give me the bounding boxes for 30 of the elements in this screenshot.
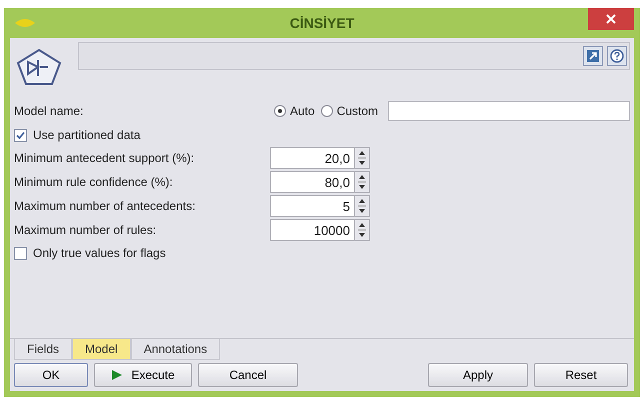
field-label: Minimum rule confidence (%):	[14, 175, 174, 189]
model-name-field[interactable]	[388, 101, 630, 121]
window-title: CİNSİYET	[290, 15, 354, 31]
field-label: Minimum antecedent support (%):	[14, 151, 196, 165]
help-button[interactable]	[607, 46, 627, 66]
checkbox-option[interactable]: Only true values for flags	[14, 242, 630, 264]
number-spinner[interactable]: 80,0	[270, 171, 370, 193]
number-spinner[interactable]: 5	[270, 195, 370, 217]
field-label: Model name:	[14, 104, 84, 118]
close-icon	[606, 14, 616, 24]
field-label: Maximum number of antecedents:	[14, 199, 196, 213]
check-icon	[15, 130, 26, 140]
dialog-button[interactable]: Reset	[534, 363, 628, 387]
number-spinner[interactable]: 20,0	[270, 147, 370, 169]
pentagon-icon	[14, 48, 64, 86]
radio-option[interactable]: Auto	[274, 104, 315, 118]
execute-button[interactable]: Execute	[94, 363, 192, 387]
dialog-button[interactable]: OK	[14, 363, 88, 387]
play-icon	[111, 369, 124, 381]
preview-button[interactable]	[583, 46, 603, 66]
dialog-button[interactable]: Cancel	[198, 363, 298, 387]
tab[interactable]: Annotations	[130, 339, 220, 360]
checkbox-option[interactable]: Use partitioned data	[14, 124, 630, 146]
tab[interactable]: Fields	[14, 339, 72, 360]
dialog-button[interactable]: Apply	[428, 363, 528, 387]
radio-option[interactable]: Custom	[320, 104, 378, 118]
tab[interactable]: Model	[72, 339, 131, 360]
close-button[interactable]	[588, 8, 634, 30]
number-spinner[interactable]: 10000	[270, 219, 370, 241]
field-label: Maximum number of rules:	[14, 223, 158, 237]
